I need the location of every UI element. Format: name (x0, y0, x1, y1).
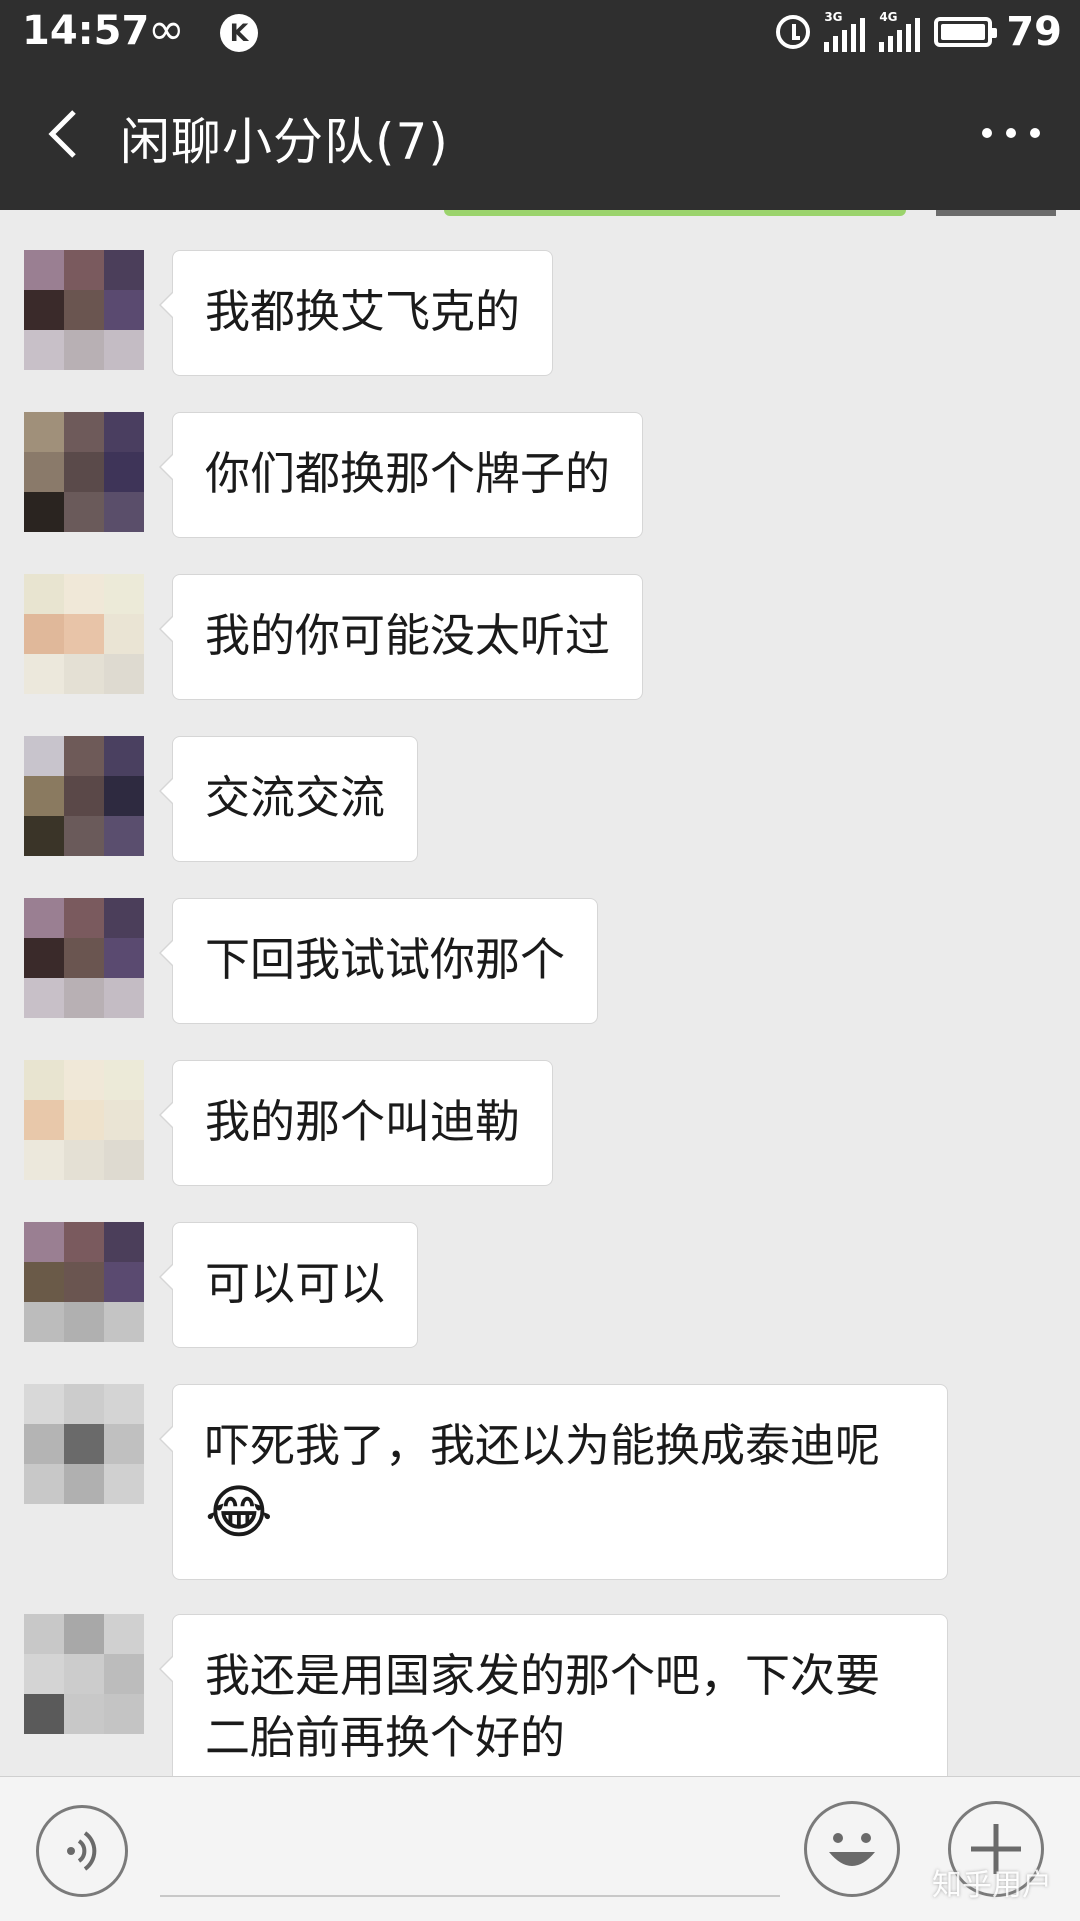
avatar[interactable] (24, 1060, 144, 1180)
voice-input-button[interactable] (36, 1805, 128, 1897)
avatar[interactable] (24, 574, 144, 694)
message-list[interactable]: 我都换艾飞克的 你们都换那个牌子的 我的你可能没太听过 交流交流 下回我试试你那… (0, 210, 1080, 1776)
message-bubble[interactable]: 我都换艾飞克的 (158, 250, 554, 376)
chat-title: 闲聊小分队(7) (120, 113, 449, 171)
message-bubble[interactable]: 我的那个叫迪勒 (158, 1060, 554, 1186)
previous-avatar (936, 210, 1056, 216)
smiley-icon (829, 1833, 875, 1866)
avatar[interactable] (24, 1384, 144, 1504)
chat-header: 闲聊小分队(7) (0, 64, 1080, 210)
voice-icon (67, 1831, 97, 1871)
signal-3g-icon: 3G (824, 10, 866, 52)
input-bar (0, 1776, 1080, 1921)
message-input[interactable] (160, 1895, 780, 1897)
avatar[interactable] (24, 250, 144, 370)
message-bubble[interactable]: 吓死我了，我还以为能换成泰迪呢 😂 (159, 1384, 948, 1580)
message-bubble[interactable]: 下回我试试你那个 (158, 898, 599, 1024)
avatar[interactable] (24, 1222, 144, 1342)
k-app-icon: K (220, 14, 258, 52)
message-bubble[interactable]: 我的你可能没太听过 (158, 574, 644, 700)
net-4g-label: 4G (879, 10, 898, 24)
battery-icon (934, 17, 998, 47)
message-bubble[interactable]: 交流交流 (158, 736, 419, 862)
message-text: 吓死我了，我还以为能换成泰迪呢 (205, 1419, 881, 1472)
laughing-emoji-icon: 😂 (205, 1478, 273, 1546)
emoji-button[interactable] (804, 1801, 900, 1897)
status-bar: 14:57 ∞ K 3G 4G 79 (0, 0, 1080, 64)
previous-sent-bubble (444, 210, 906, 216)
avatar[interactable] (24, 736, 144, 856)
avatar[interactable] (24, 412, 144, 532)
status-time: 14:57 (22, 8, 150, 54)
infinity-icon: ∞ (148, 4, 185, 55)
more-options-icon[interactable] (982, 128, 1040, 138)
message-bubble[interactable]: 你们都换那个牌子的 (158, 412, 644, 538)
watermark: 知乎用户 (932, 1868, 1052, 1903)
signal-4g-icon: 4G (879, 10, 921, 52)
alarm-icon (776, 15, 811, 49)
message-bubble[interactable]: 我还是用国家发的那个吧，下次要二胎前再换个好的 (159, 1614, 948, 1776)
net-3g-label: 3G (824, 10, 843, 24)
back-arrow-icon[interactable] (38, 104, 98, 164)
avatar[interactable] (24, 898, 144, 1018)
status-indicators: 3G 4G 79 (776, 8, 1062, 56)
battery-level: 79 (1006, 9, 1062, 55)
avatar[interactable] (24, 1614, 144, 1734)
message-bubble[interactable]: 可以可以 (158, 1222, 419, 1348)
